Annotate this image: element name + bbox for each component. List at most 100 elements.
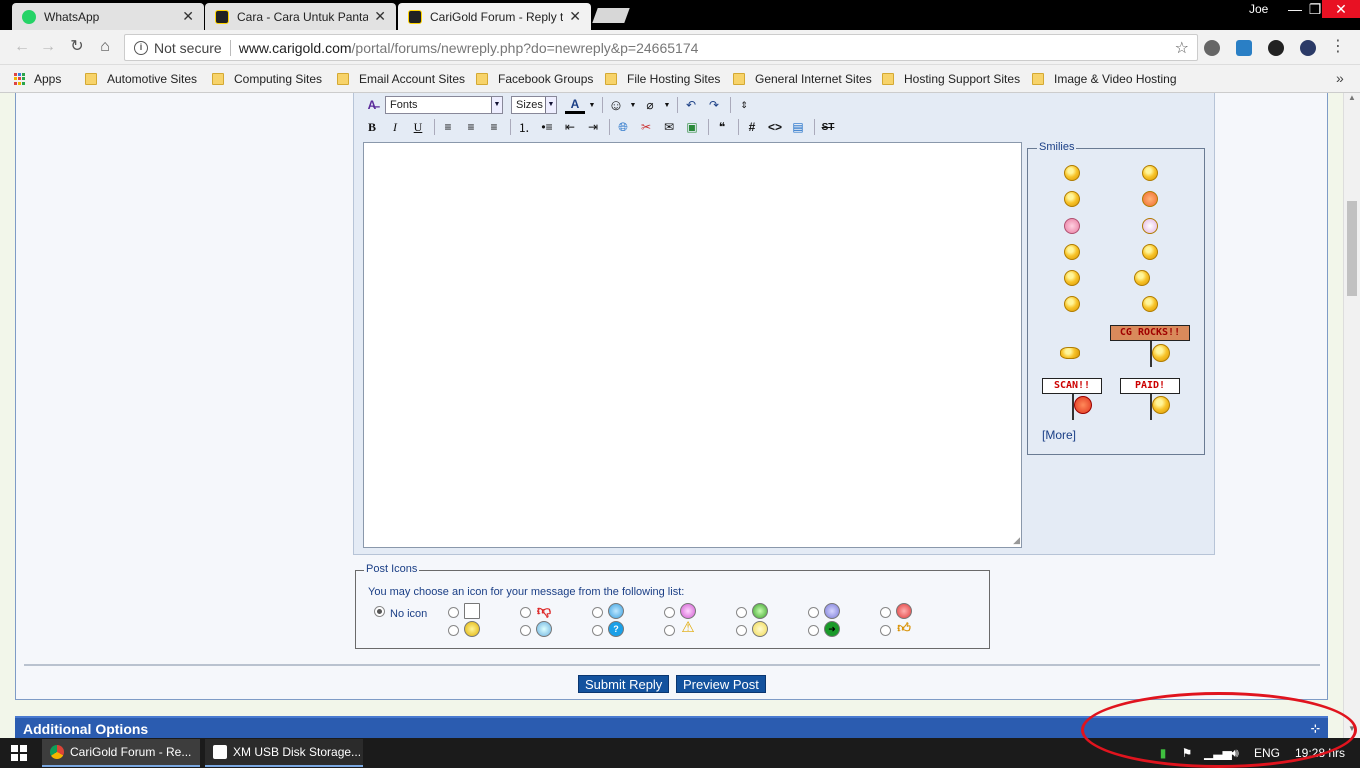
bookmark-folder[interactable]: File Hosting Sites [605, 72, 720, 86]
pig-icon[interactable] [1064, 218, 1080, 234]
submit-reply-button[interactable]: Submit Reply [578, 675, 670, 693]
confused-icon[interactable] [1134, 270, 1150, 286]
align-left-icon[interactable]: ≡ [438, 118, 458, 136]
resize-icon[interactable]: ⇕ [734, 96, 754, 114]
unordered-list-icon[interactable]: •≡ [537, 118, 557, 136]
bold-button[interactable]: B [362, 118, 382, 136]
radio-post-icon[interactable] [592, 625, 603, 636]
font-select[interactable]: Fonts ▼ [385, 96, 503, 114]
forward-icon[interactable]: → [38, 37, 58, 57]
radio-post-icon[interactable] [592, 607, 603, 618]
bookmark-folder[interactable]: Hosting Support Sites [882, 72, 1020, 86]
tab-cara[interactable]: Cara - Cara Untuk Pantaska ✕ [205, 3, 396, 30]
chevron-down-icon[interactable]: ▼ [663, 96, 671, 114]
close-icon[interactable]: ✕ [182, 8, 194, 25]
grin-icon[interactable] [1142, 165, 1158, 181]
radio-post-icon[interactable] [880, 607, 891, 618]
collapse-icon[interactable]: ⊹ [1311, 718, 1320, 738]
cry-icon[interactable] [1064, 191, 1080, 207]
windows-start-icon[interactable] [11, 745, 27, 761]
home-icon[interactable]: ⌂ [95, 37, 115, 57]
radio-post-icon[interactable] [520, 625, 531, 636]
language-indicator[interactable]: ENG [1254, 746, 1280, 760]
think-icon[interactable] [1064, 270, 1080, 286]
smile-icon[interactable] [1064, 165, 1080, 181]
align-right-icon[interactable]: ≡ [484, 118, 504, 136]
insert-image-icon[interactable]: ▣ [682, 118, 702, 136]
php-icon[interactable]: ▤ [788, 118, 808, 136]
bookmark-apps[interactable]: Apps [14, 72, 61, 86]
radio-post-icon[interactable] [448, 607, 459, 618]
laugh-icon[interactable] [1142, 244, 1158, 260]
message-textarea[interactable]: ◢ [363, 142, 1022, 548]
usb-icon[interactable]: ▮ [1156, 746, 1170, 760]
scroll-up-icon[interactable]: ▲ [1344, 93, 1360, 107]
close-icon[interactable]: ✕ [374, 8, 386, 25]
align-center-icon[interactable]: ≡ [461, 118, 481, 136]
neutral-icon[interactable] [1142, 296, 1158, 312]
radio-post-icon[interactable] [736, 607, 747, 618]
smiley-icon[interactable]: ☺ [606, 96, 626, 114]
indent-icon[interactable]: ⇥ [583, 118, 603, 136]
page-scrollbar[interactable]: ▲ ▼ [1343, 93, 1360, 738]
radio-post-icon[interactable] [448, 625, 459, 636]
radio-post-icon[interactable] [736, 625, 747, 636]
close-icon[interactable]: ✕ [569, 8, 581, 25]
more-smilies-link[interactable]: [More] [1042, 428, 1076, 442]
back-icon[interactable]: ← [12, 37, 32, 57]
strikethrough-button[interactable]: ST [818, 118, 838, 136]
code-button[interactable]: <> [765, 118, 785, 136]
redo-icon[interactable]: ↷ [704, 96, 724, 114]
extension-icon[interactable] [1268, 40, 1284, 56]
bookmark-folder[interactable]: Image & Video Hosting [1032, 72, 1177, 86]
size-select[interactable]: Sizes ▼ [511, 96, 557, 114]
bookmark-folder[interactable]: Email Account Sites [337, 72, 465, 86]
tab-whatsapp[interactable]: WhatsApp ✕ [12, 3, 204, 30]
extension-icon[interactable] [1300, 40, 1316, 56]
radio-post-icon[interactable] [664, 607, 675, 618]
insert-email-icon[interactable]: ✉ [659, 118, 679, 136]
radio-post-icon[interactable] [520, 607, 531, 618]
s-extension-icon[interactable] [1236, 40, 1252, 56]
ordered-list-icon[interactable]: ⒈ [514, 118, 534, 136]
wave-icon[interactable] [1064, 244, 1080, 260]
remove-format-icon[interactable]: A̶ [362, 96, 382, 114]
resize-grip-icon[interactable]: ◢ [1013, 535, 1020, 546]
volume-icon[interactable]: 🔊︎ [1228, 746, 1242, 760]
radio-post-icon[interactable] [808, 625, 819, 636]
quote-icon[interactable]: ❝ [712, 118, 732, 136]
italic-button[interactable]: I [385, 118, 405, 136]
bookmark-folder[interactable]: General Internet Sites [733, 72, 872, 86]
radio-post-icon[interactable] [664, 625, 675, 636]
underline-button[interactable]: U [408, 118, 428, 136]
close-window-button[interactable]: ✕ [1322, 0, 1360, 18]
bookmarks-overflow-button[interactable]: » [1336, 70, 1344, 86]
shocked-icon[interactable] [1064, 296, 1080, 312]
radio-post-icon[interactable] [880, 625, 891, 636]
info-icon[interactable]: i [134, 40, 148, 55]
taskbar-item-chrome[interactable]: CariGold Forum - Re... [42, 739, 200, 767]
chevron-down-icon[interactable]: ▼ [629, 96, 637, 114]
blush-icon[interactable] [1142, 191, 1158, 207]
menu-icon[interactable]: ⋮ [1328, 37, 1348, 57]
outdent-icon[interactable]: ⇤ [560, 118, 580, 136]
clock[interactable]: 19:28 hrs [1295, 746, 1345, 760]
hash-button[interactable]: # [742, 118, 762, 136]
tab-carigold-reply[interactable]: CariGold Forum - Reply to T ✕ [398, 3, 591, 30]
taskbar-item-document[interactable]: XM USB Disk Storage... [205, 739, 363, 767]
profile-name[interactable]: Joe [1249, 2, 1268, 16]
tongue-icon[interactable] [1142, 218, 1158, 234]
paid-sign-icon[interactable]: PAID! [1120, 378, 1180, 420]
bookmark-star-icon[interactable]: ☆ [1175, 38, 1189, 58]
reload-icon[interactable]: ↻ [67, 37, 87, 57]
radio-no-icon[interactable] [374, 606, 385, 617]
scrollbar-thumb[interactable] [1347, 201, 1357, 296]
new-tab-button[interactable] [592, 8, 630, 23]
chevron-down-icon[interactable]: ▼ [588, 96, 596, 114]
bookmark-folder[interactable]: Computing Sites [212, 72, 322, 86]
additional-options-header[interactable]: Additional Options ⊹ [15, 716, 1328, 738]
attachment-icon[interactable]: ⌀ [640, 96, 660, 114]
wifi-icon[interactable]: ▁▃▅ [1204, 746, 1232, 760]
insert-link-icon[interactable]: 🌐︎ [613, 118, 633, 136]
scroll-down-icon[interactable]: ▼ [1344, 724, 1360, 738]
